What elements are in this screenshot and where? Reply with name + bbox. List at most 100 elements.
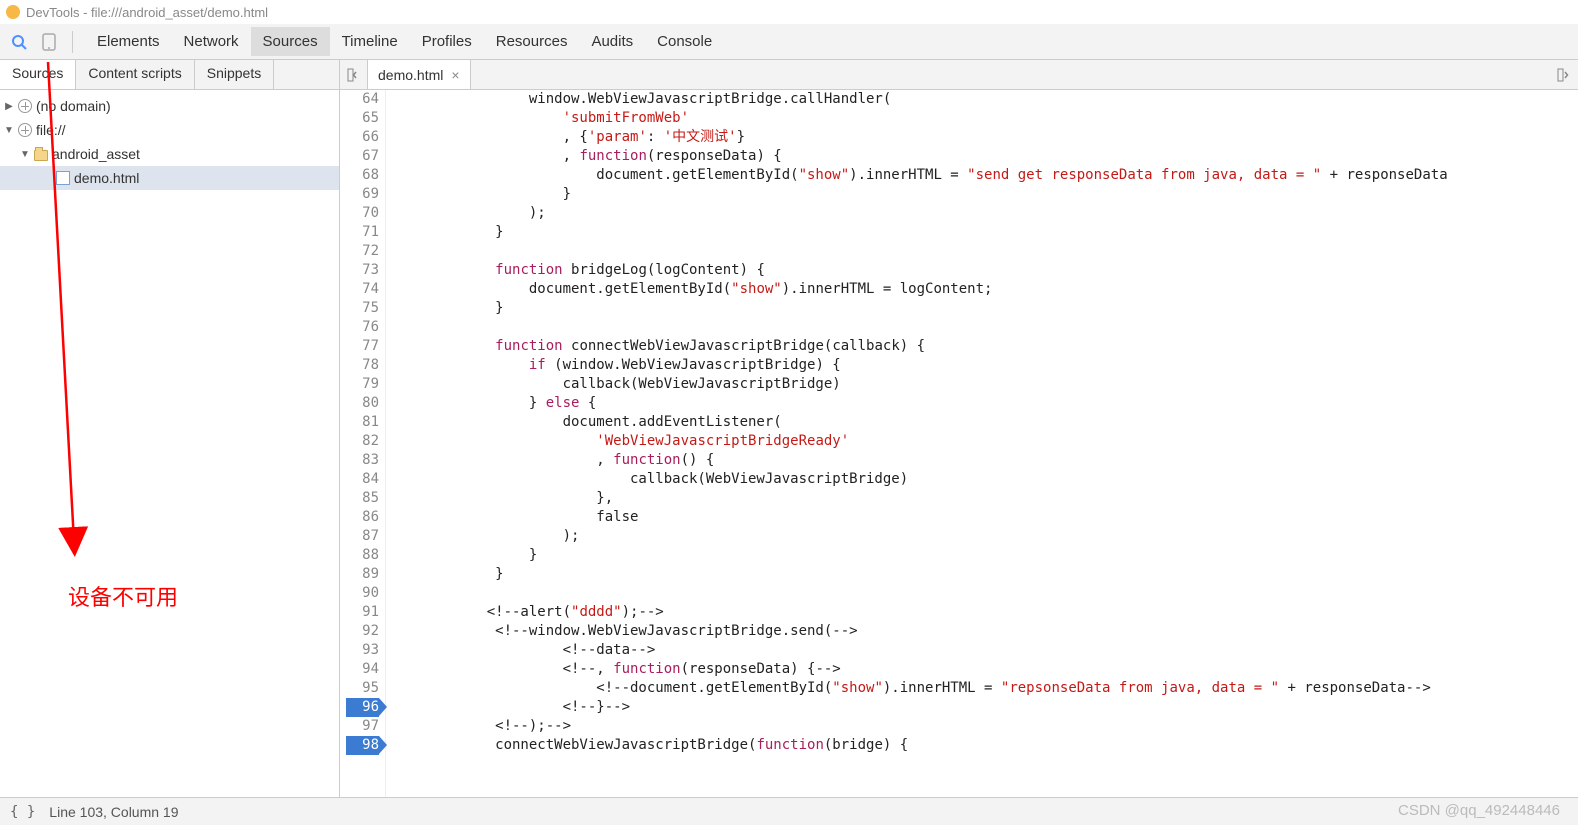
line-number[interactable]: 95: [346, 679, 379, 698]
line-number[interactable]: 88: [346, 546, 379, 565]
line-number[interactable]: 93: [346, 641, 379, 660]
code-line[interactable]: <!--window.WebViewJavascriptBridge.send(…: [394, 622, 1570, 641]
collapse-icon[interactable]: ▼: [4, 125, 14, 136]
line-number[interactable]: 98: [346, 736, 379, 755]
code-line[interactable]: } else {: [394, 394, 1570, 413]
navigator-tab-snippets[interactable]: Snippets: [195, 60, 274, 89]
code-line[interactable]: <!--);-->: [394, 717, 1570, 736]
line-number[interactable]: 74: [346, 280, 379, 299]
line-number[interactable]: 73: [346, 261, 379, 280]
line-number[interactable]: 79: [346, 375, 379, 394]
code-editor[interactable]: 6465666768697071727374757677787980818283…: [340, 90, 1578, 797]
code-content[interactable]: window.WebViewJavascriptBridge.callHandl…: [386, 90, 1578, 797]
line-number[interactable]: 83: [346, 451, 379, 470]
search-icon[interactable]: [8, 31, 30, 53]
tree-node-no-domain[interactable]: ▶ (no domain): [0, 94, 339, 118]
code-line[interactable]: window.WebViewJavascriptBridge.callHandl…: [394, 90, 1570, 109]
code-line[interactable]: if (window.WebViewJavascriptBridge) {: [394, 356, 1570, 375]
line-number[interactable]: 82: [346, 432, 379, 451]
code-line[interactable]: [394, 584, 1570, 603]
tree-node-file-scheme[interactable]: ▼ file://: [0, 118, 339, 142]
code-line[interactable]: <!--alert("dddd");-->: [394, 603, 1570, 622]
code-line[interactable]: , function() {: [394, 451, 1570, 470]
code-line[interactable]: );: [394, 527, 1570, 546]
code-line[interactable]: }: [394, 185, 1570, 204]
line-number[interactable]: 97: [346, 717, 379, 736]
tree-node-file[interactable]: demo.html: [0, 166, 339, 190]
line-number[interactable]: 81: [346, 413, 379, 432]
panel-tab-elements[interactable]: Elements: [85, 27, 172, 56]
line-number[interactable]: 72: [346, 242, 379, 261]
nav-back-icon[interactable]: [340, 60, 368, 89]
code-line[interactable]: callback(WebViewJavascriptBridge): [394, 375, 1570, 394]
panel-tab-resources[interactable]: Resources: [484, 27, 580, 56]
panel-tab-sources[interactable]: Sources: [251, 27, 330, 56]
line-number[interactable]: 68: [346, 166, 379, 185]
line-gutter[interactable]: 6465666768697071727374757677787980818283…: [340, 90, 386, 797]
file-tree: ▶ (no domain) ▼ file:// ▼ android_asset …: [0, 90, 339, 797]
line-number[interactable]: 69: [346, 185, 379, 204]
line-number[interactable]: 77: [346, 337, 379, 356]
line-number[interactable]: 78: [346, 356, 379, 375]
line-number[interactable]: 84: [346, 470, 379, 489]
code-line[interactable]: }: [394, 565, 1570, 584]
code-line[interactable]: 'submitFromWeb': [394, 109, 1570, 128]
editor-tab[interactable]: demo.html ×: [368, 60, 471, 89]
code-line[interactable]: [394, 242, 1570, 261]
pretty-print-icon[interactable]: { }: [10, 804, 35, 820]
close-icon[interactable]: ×: [451, 67, 459, 83]
collapse-icon[interactable]: ▼: [20, 149, 30, 160]
panel-tab-profiles[interactable]: Profiles: [410, 27, 484, 56]
code-line[interactable]: connectWebViewJavascriptBridge(function(…: [394, 736, 1570, 755]
code-line[interactable]: document.addEventListener(: [394, 413, 1570, 432]
expand-icon[interactable]: ▶: [4, 101, 14, 112]
code-line[interactable]: callback(WebViewJavascriptBridge): [394, 470, 1570, 489]
code-line[interactable]: , function(responseData) {: [394, 147, 1570, 166]
device-icon[interactable]: [38, 31, 60, 53]
line-number[interactable]: 64: [346, 90, 379, 109]
line-number[interactable]: 90: [346, 584, 379, 603]
line-number[interactable]: 66: [346, 128, 379, 147]
code-line[interactable]: <!--}-->: [394, 698, 1570, 717]
code-line[interactable]: },: [394, 489, 1570, 508]
line-number[interactable]: 96: [346, 698, 379, 717]
code-line[interactable]: }: [394, 546, 1570, 565]
code-line[interactable]: function connectWebViewJavascriptBridge(…: [394, 337, 1570, 356]
code-line[interactable]: , {'param': '中文测试'}: [394, 128, 1570, 147]
code-line[interactable]: <!--document.getElementById("show").inne…: [394, 679, 1570, 698]
navigator-tab-content-scripts[interactable]: Content scripts: [76, 60, 194, 89]
line-number[interactable]: 80: [346, 394, 379, 413]
code-line[interactable]: document.getElementById("show").innerHTM…: [394, 280, 1570, 299]
file-icon: [56, 171, 70, 185]
code-line[interactable]: <!--data-->: [394, 641, 1570, 660]
code-line[interactable]: );: [394, 204, 1570, 223]
line-number[interactable]: 87: [346, 527, 379, 546]
panel-tab-console[interactable]: Console: [645, 27, 724, 56]
line-number[interactable]: 91: [346, 603, 379, 622]
line-number[interactable]: 89: [346, 565, 379, 584]
code-line[interactable]: 'WebViewJavascriptBridgeReady': [394, 432, 1570, 451]
code-line[interactable]: }: [394, 299, 1570, 318]
line-number[interactable]: 71: [346, 223, 379, 242]
panel-tab-audits[interactable]: Audits: [579, 27, 645, 56]
code-line[interactable]: [394, 318, 1570, 337]
line-number[interactable]: 76: [346, 318, 379, 337]
code-line[interactable]: <!--, function(responseData) {-->: [394, 660, 1570, 679]
code-line[interactable]: false: [394, 508, 1570, 527]
navigator-tab-sources[interactable]: Sources: [0, 60, 76, 89]
code-line[interactable]: function bridgeLog(logContent) {: [394, 261, 1570, 280]
maximize-icon[interactable]: [1552, 63, 1576, 87]
line-number[interactable]: 94: [346, 660, 379, 679]
line-number[interactable]: 86: [346, 508, 379, 527]
line-number[interactable]: 65: [346, 109, 379, 128]
line-number[interactable]: 85: [346, 489, 379, 508]
code-line[interactable]: document.getElementById("show").innerHTM…: [394, 166, 1570, 185]
panel-tab-network[interactable]: Network: [172, 27, 251, 56]
line-number[interactable]: 67: [346, 147, 379, 166]
line-number[interactable]: 70: [346, 204, 379, 223]
line-number[interactable]: 75: [346, 299, 379, 318]
tree-node-folder[interactable]: ▼ android_asset: [0, 142, 339, 166]
line-number[interactable]: 92: [346, 622, 379, 641]
code-line[interactable]: }: [394, 223, 1570, 242]
panel-tab-timeline[interactable]: Timeline: [330, 27, 410, 56]
